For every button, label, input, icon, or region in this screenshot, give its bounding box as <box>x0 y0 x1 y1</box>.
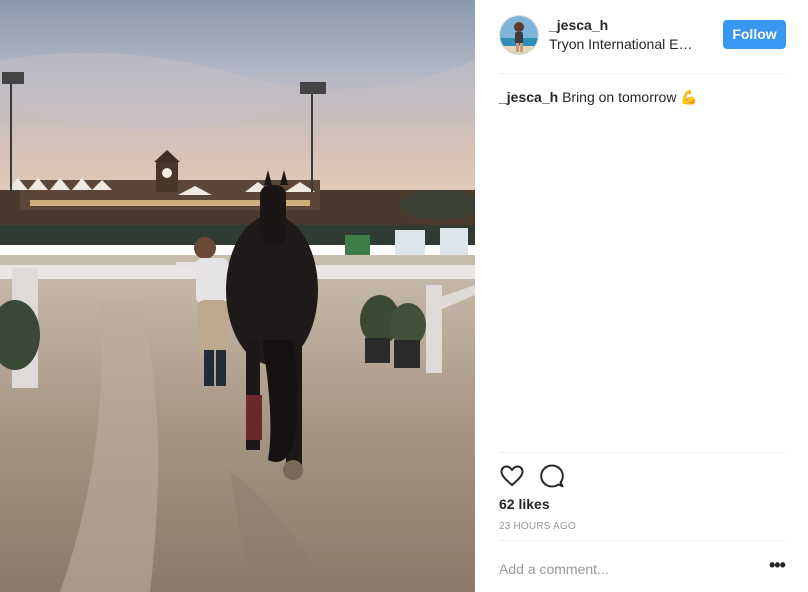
post-photo[interactable] <box>0 0 475 592</box>
header-divider <box>499 73 785 74</box>
more-options-icon[interactable]: ••• <box>769 556 786 576</box>
username-link[interactable]: _jesca_h <box>549 17 608 33</box>
likes-count[interactable]: 62 likes <box>499 496 550 512</box>
actions-divider <box>499 452 785 453</box>
post-header: _jesca_h Tryon International Equestrian … <box>499 15 787 55</box>
location-link[interactable]: Tryon International Equestrian Center <box>549 36 699 52</box>
caption: _jesca_h Bring on tomorrow 💪 <box>499 88 698 106</box>
avatar-image <box>500 16 538 54</box>
heart-icon[interactable] <box>499 463 525 489</box>
avatar[interactable] <box>499 15 539 55</box>
post-details-panel: _jesca_h Tryon International Equestrian … <box>475 0 808 592</box>
post-timestamp[interactable]: 23 HOURS AGO <box>499 521 576 532</box>
caption-username[interactable]: _jesca_h <box>499 89 558 105</box>
comment-divider <box>499 540 785 541</box>
follow-button[interactable]: Follow <box>723 20 786 49</box>
post-photo-image <box>0 0 475 592</box>
comment-input[interactable] <box>499 558 749 580</box>
comment-bubble-icon[interactable] <box>539 463 565 489</box>
caption-text: Bring on tomorrow 💪 <box>562 89 698 105</box>
